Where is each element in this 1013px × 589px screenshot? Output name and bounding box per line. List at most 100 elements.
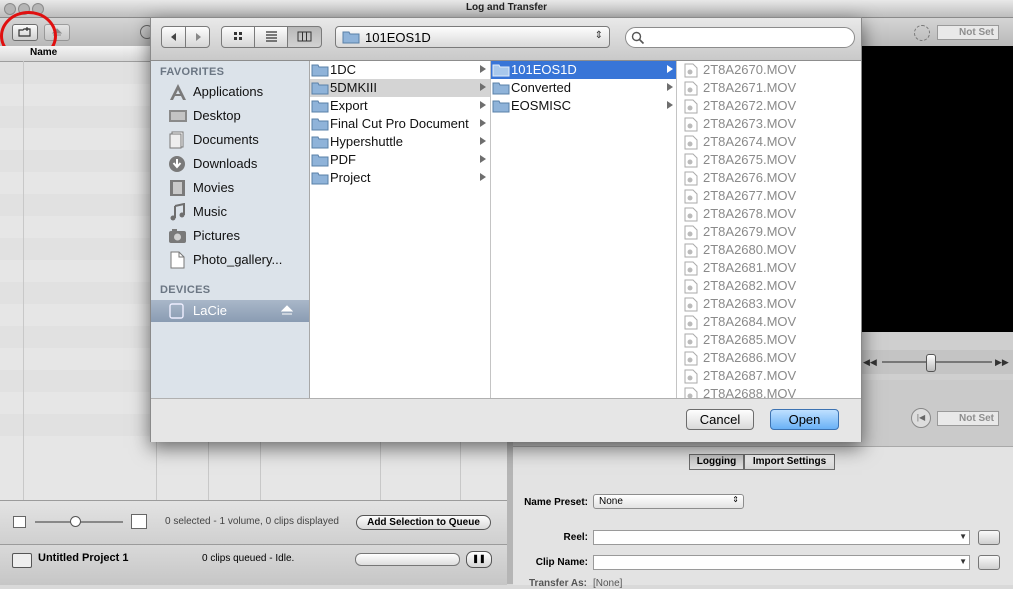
- file-row[interactable]: 2T8A2679.MOV: [677, 223, 860, 241]
- file-row[interactable]: 2T8A2673.MOV: [677, 115, 860, 133]
- video-preview: [860, 46, 1013, 332]
- tab-logging[interactable]: Logging: [689, 454, 744, 470]
- back-button[interactable]: [161, 26, 186, 48]
- file-row[interactable]: 2T8A2682.MOV: [677, 277, 860, 295]
- folder-row[interactable]: PDF: [310, 151, 490, 169]
- movie-file-icon: [684, 333, 698, 348]
- open-button[interactable]: Open: [770, 409, 839, 430]
- column-divider: [23, 61, 24, 500]
- file-row[interactable]: 2T8A2683.MOV: [677, 295, 860, 313]
- column-divider: [460, 442, 461, 500]
- folder-label: 5DMKIII: [330, 80, 377, 95]
- chevron-right-icon: [667, 65, 673, 73]
- chevron-right-icon: [667, 101, 673, 109]
- clip-name-field[interactable]: ▼: [593, 555, 970, 570]
- search-field[interactable]: [625, 27, 855, 48]
- sidebar-item-applications[interactable]: Applications: [151, 81, 309, 103]
- queue-bar: Untitled Project 1 0 clips queued - Idle…: [0, 544, 507, 585]
- name-preset-select[interactable]: None ⇕: [593, 494, 744, 509]
- folder-row[interactable]: Hypershuttle: [310, 133, 490, 151]
- movie-file-icon: [684, 189, 698, 204]
- sidebar-item-photo-gallery[interactable]: Photo_gallery...: [151, 249, 309, 271]
- file-label: 2T8A2679.MOV: [703, 224, 797, 239]
- sidebar-item-desktop[interactable]: Desktop: [151, 105, 309, 127]
- cancel-button[interactable]: Cancel: [686, 409, 754, 430]
- folder-row[interactable]: 5DMKIII: [310, 79, 490, 97]
- file-row[interactable]: 2T8A2678.MOV: [677, 205, 860, 223]
- file-row[interactable]: 2T8A2680.MOV: [677, 241, 860, 259]
- clip-name-add-button[interactable]: [978, 555, 1000, 570]
- list-view-button[interactable]: [254, 26, 288, 48]
- sidebar-item-lacie[interactable]: LaCie: [151, 300, 309, 322]
- open-dialog: 101EOS1D ⇕ FAVORITES Applications Deskto…: [150, 17, 862, 442]
- folder-row[interactable]: Export: [310, 97, 490, 115]
- file-label: 2T8A2672.MOV: [703, 98, 797, 113]
- timecode-display: Not Set: [937, 25, 999, 40]
- name-column-header[interactable]: Name: [30, 47, 57, 58]
- reel-add-button[interactable]: [978, 530, 1000, 545]
- folder-label: PDF: [330, 152, 356, 167]
- movie-file-icon: [684, 153, 698, 168]
- file-label: 2T8A2686.MOV: [703, 350, 797, 365]
- file-row[interactable]: 2T8A2670.MOV: [677, 61, 860, 79]
- sidebar-item-movies[interactable]: Movies: [151, 177, 309, 199]
- pause-button[interactable]: ❚❚: [466, 551, 492, 568]
- rewind-icon[interactable]: ◀◀: [863, 357, 877, 368]
- path-popup-label: 101EOS1D: [365, 30, 431, 45]
- add-selection-to-queue-button[interactable]: Add Selection to Queue: [356, 515, 491, 530]
- tab-import-settings[interactable]: Import Settings: [744, 454, 835, 470]
- file-row[interactable]: 2T8A2676.MOV: [677, 169, 860, 187]
- name-preset-label: Name Preset:: [524, 497, 588, 508]
- folder-row[interactable]: Project: [310, 169, 490, 187]
- file-row[interactable]: 2T8A2672.MOV: [677, 97, 860, 115]
- forward-button[interactable]: [185, 26, 210, 48]
- large-thumbnail-icon: [131, 514, 147, 529]
- browser-status: 0 selected - 1 volume, 0 clips displayed: [165, 516, 339, 527]
- file-row[interactable]: 2T8A2684.MOV: [677, 313, 860, 331]
- file-row[interactable]: 2T8A2671.MOV: [677, 79, 860, 97]
- logging-panel: Logging Import Settings Name Preset: Non…: [513, 446, 1013, 589]
- file-row[interactable]: 2T8A2675.MOV: [677, 151, 860, 169]
- sidebar-item-pictures[interactable]: Pictures: [151, 225, 309, 247]
- file-label: 2T8A2685.MOV: [703, 332, 797, 347]
- shuttle-knob[interactable]: [926, 354, 936, 372]
- chevron-down-icon[interactable]: ▼: [959, 557, 967, 566]
- reel-field[interactable]: ▼: [593, 530, 970, 545]
- go-to-in-icon[interactable]: |◀: [911, 408, 931, 428]
- folder-row[interactable]: EOSMISC: [491, 97, 676, 115]
- folder-row-selected[interactable]: 101EOS1D: [491, 61, 676, 79]
- file-row[interactable]: 2T8A2686.MOV: [677, 349, 860, 367]
- folder-icon: [311, 118, 329, 131]
- folder-row[interactable]: Final Cut Pro Document: [310, 115, 490, 133]
- sidebar-item-downloads[interactable]: Downloads: [151, 153, 309, 175]
- file-row[interactable]: 2T8A2681.MOV: [677, 259, 860, 277]
- file-row[interactable]: 2T8A2674.MOV: [677, 133, 860, 151]
- file-label: 2T8A2682.MOV: [703, 278, 797, 293]
- column-view-button[interactable]: [287, 26, 322, 48]
- column-divider: [208, 442, 209, 500]
- drive-icon: [169, 303, 184, 319]
- sidebar-item-documents[interactable]: Documents: [151, 129, 309, 151]
- fast-forward-icon[interactable]: ▶▶: [995, 357, 1009, 368]
- folder-row[interactable]: 1DC: [310, 61, 490, 79]
- movie-file-icon: [684, 81, 698, 96]
- thumbnail-size-knob[interactable]: [70, 516, 81, 527]
- folder-label: 1DC: [330, 62, 357, 77]
- icon-view-button[interactable]: [221, 26, 255, 48]
- documents-icon: [169, 131, 184, 149]
- window-title: Log and Transfer: [465, 2, 548, 13]
- file-row[interactable]: 2T8A2685.MOV: [677, 331, 860, 349]
- folder-icon: [342, 31, 360, 44]
- sidebar-item-music[interactable]: Music: [151, 201, 309, 223]
- eject-icon[interactable]: [281, 305, 293, 317]
- chevron-down-icon[interactable]: ▼: [959, 532, 967, 541]
- folder-icon: [311, 64, 329, 77]
- file-row[interactable]: 2T8A2688.MOV: [677, 385, 860, 398]
- file-row[interactable]: 2T8A2677.MOV: [677, 187, 860, 205]
- out-point-display: Not Set: [937, 411, 999, 426]
- file-label: 2T8A2680.MOV: [703, 242, 797, 257]
- file-row[interactable]: 2T8A2687.MOV: [677, 367, 860, 385]
- path-popup[interactable]: 101EOS1D ⇕: [335, 26, 610, 48]
- folder-row[interactable]: Converted: [491, 79, 676, 97]
- favorites-header: FAVORITES: [160, 66, 225, 78]
